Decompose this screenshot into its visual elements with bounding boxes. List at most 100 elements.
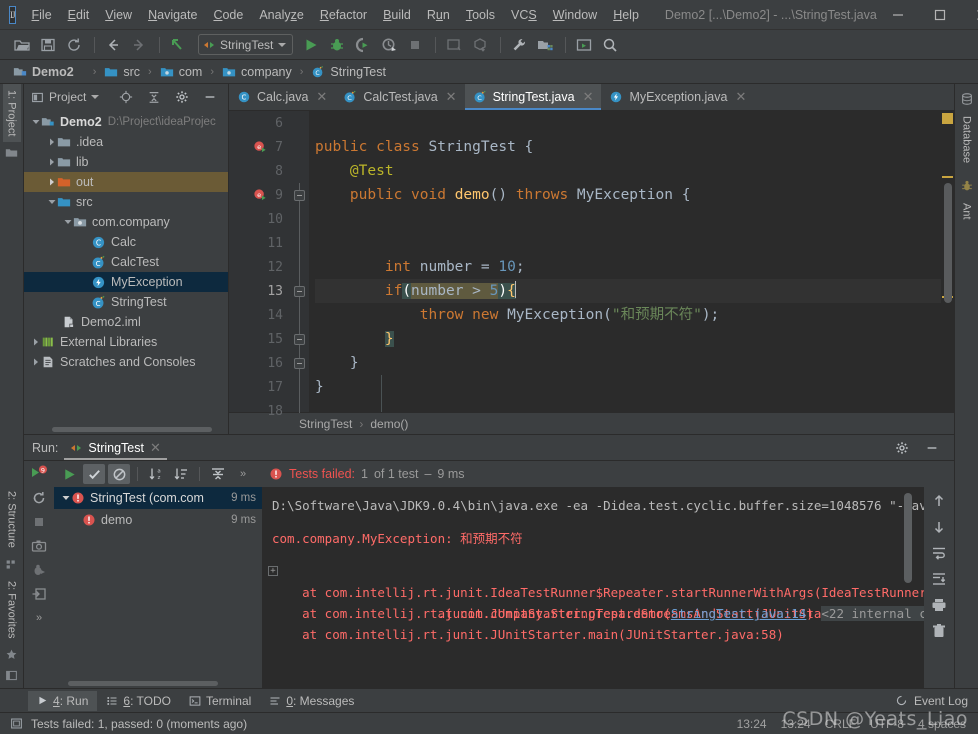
preview-icon[interactable] xyxy=(5,669,18,682)
menu-vcs[interactable]: VCS xyxy=(503,4,545,26)
fold-region-if[interactable] xyxy=(291,279,309,303)
breadcrumb-method[interactable]: demo() xyxy=(370,417,408,431)
forward-arrow-icon[interactable] xyxy=(127,33,151,57)
breadcrumb-item-stringtest[interactable]: C StringTest xyxy=(308,64,389,80)
rerun-failed-icon[interactable] xyxy=(28,488,50,508)
undo-icon[interactable] xyxy=(166,33,190,57)
sync-refresh-icon[interactable] xyxy=(62,33,86,57)
collapse-all-icon[interactable] xyxy=(142,85,166,109)
test-tree-row-stringtest[interactable]: StringTest (com.com 9 ms xyxy=(54,487,262,509)
project-tree-horizontal-scrollbar[interactable] xyxy=(24,425,228,434)
back-arrow-icon[interactable] xyxy=(101,33,125,57)
status-encoding[interactable]: UTF-8 xyxy=(870,717,904,731)
menu-edit[interactable]: Edit xyxy=(60,4,98,26)
close-icon[interactable]: ✕ xyxy=(735,89,746,105)
rerun-icon[interactable]: 9 xyxy=(28,464,50,484)
scroll-up-icon[interactable] xyxy=(931,493,947,509)
menu-run[interactable]: Run xyxy=(419,4,458,26)
hide-ignored-toggle[interactable] xyxy=(108,464,130,484)
database-icon[interactable] xyxy=(960,92,974,106)
menu-window[interactable]: Window xyxy=(545,4,605,26)
event-log-label[interactable]: Event Log xyxy=(914,694,968,708)
toolwindow-button-todo[interactable]: 6: TODO xyxy=(97,691,180,711)
hide-minus-icon[interactable] xyxy=(198,85,222,109)
close-icon[interactable]: ✕ xyxy=(316,89,327,105)
tree-item-calc[interactable]: C Calc xyxy=(24,232,228,252)
debug-icon[interactable] xyxy=(28,560,50,580)
expand-collapse-icon[interactable] xyxy=(207,464,229,484)
run-tab-stringtest[interactable]: StringTest ✕ xyxy=(64,437,167,459)
close-icon[interactable]: ✕ xyxy=(446,89,457,105)
expand-arrow-icon[interactable] xyxy=(62,218,73,226)
debug-icon[interactable] xyxy=(325,33,349,57)
sort-duration-icon[interactable] xyxy=(170,464,192,484)
profile-icon[interactable] xyxy=(377,33,401,57)
sort-alpha-icon[interactable]: az xyxy=(145,464,167,484)
project-folder-icon[interactable] xyxy=(5,146,18,159)
save-all-icon[interactable] xyxy=(36,33,60,57)
tree-item-calctest[interactable]: C CalcTest xyxy=(24,252,228,272)
tab-stringtest-java[interactable]: C StringTest.java ✕ xyxy=(465,84,602,110)
menu-file[interactable]: FFileile xyxy=(24,4,60,26)
code-editor[interactable]: 6 e 7 8 e xyxy=(229,111,954,412)
expand-arrow-icon[interactable] xyxy=(46,138,57,146)
run-configuration-selector[interactable]: StringTest xyxy=(198,34,293,55)
code-content[interactable]: public class StringTest { @Test public v… xyxy=(309,111,941,412)
run-test-gutter-icon[interactable]: e xyxy=(253,140,268,155)
menu-help[interactable]: Help xyxy=(605,4,647,26)
run-icon[interactable] xyxy=(299,33,323,57)
status-indent[interactable]: 4 spaces xyxy=(918,717,966,731)
tree-item-com-company[interactable]: com.company xyxy=(24,212,228,232)
expand-arrow-icon[interactable] xyxy=(60,494,71,502)
screenshot-icon[interactable] xyxy=(28,536,50,556)
ant-bug-icon[interactable] xyxy=(960,179,974,193)
settings-gear-icon[interactable] xyxy=(890,436,914,460)
tree-item-idea[interactable]: .idea xyxy=(24,132,228,152)
print-icon[interactable] xyxy=(931,597,947,613)
maximize-button[interactable] xyxy=(919,1,961,29)
toolwindow-button-run[interactable]: 4: Run xyxy=(28,691,97,711)
open-folder-icon[interactable] xyxy=(10,33,34,57)
expand-arrow-icon[interactable] xyxy=(46,178,57,186)
tab-myexception-java[interactable]: MyException.java ✕ xyxy=(601,84,754,110)
project-panel-title-dropdown[interactable]: Project xyxy=(28,88,102,106)
editor-gutter[interactable]: 6 e 7 8 e xyxy=(229,111,291,412)
toolwindow-button-terminal[interactable]: Terminal xyxy=(180,691,260,711)
stop-icon[interactable] xyxy=(403,33,427,57)
update-project-icon[interactable] xyxy=(442,33,466,57)
more-icon[interactable]: » xyxy=(28,608,50,628)
menu-view[interactable]: View xyxy=(97,4,140,26)
stop-icon[interactable] xyxy=(28,512,50,532)
close-icon[interactable]: ✕ xyxy=(150,440,161,456)
test-results-tree[interactable]: StringTest (com.com 9 ms demo 9 ms xyxy=(54,487,262,688)
editor-fold-column[interactable] xyxy=(291,111,309,412)
run-icon[interactable] xyxy=(58,464,80,484)
clear-all-icon[interactable] xyxy=(931,623,947,639)
tree-item-myexception[interactable]: MyException xyxy=(24,272,228,292)
console-scrollbar[interactable] xyxy=(904,493,912,658)
breadcrumb-item-com[interactable]: com xyxy=(157,64,206,80)
expand-stack-icon[interactable]: + xyxy=(268,566,278,576)
structure-icon[interactable] xyxy=(5,558,18,571)
scrollbar-thumb[interactable] xyxy=(944,183,952,303)
project-structure-icon[interactable] xyxy=(533,33,557,57)
tree-item-stringtest[interactable]: C StringTest xyxy=(24,292,228,312)
test-tree-row-demo[interactable]: demo 9 ms xyxy=(54,509,262,531)
fold-end-if[interactable] xyxy=(291,327,309,351)
fold-end-method[interactable] xyxy=(291,351,309,375)
search-everywhere-icon[interactable] xyxy=(598,33,622,57)
export-icon[interactable] xyxy=(28,584,50,604)
sidebar-tab-structure[interactable]: 2: Structure xyxy=(3,485,21,554)
tree-item-external-libraries[interactable]: External Libraries xyxy=(24,332,228,352)
expand-arrow-icon[interactable] xyxy=(46,198,57,206)
tree-item-src[interactable]: src xyxy=(24,192,228,212)
tab-calc-java[interactable]: C Calc.java ✕ xyxy=(229,84,335,110)
show-passed-toggle[interactable] xyxy=(83,464,105,484)
menu-analyze[interactable]: Analyze xyxy=(251,4,311,26)
run-test-gutter-icon[interactable]: e xyxy=(253,188,268,203)
expand-arrow-icon[interactable] xyxy=(46,158,57,166)
hide-minus-icon[interactable] xyxy=(920,436,944,460)
project-tree[interactable]: Demo2 D:\Project\ideaProjec .idea xyxy=(24,110,228,425)
new-ui-designer-icon[interactable] xyxy=(572,33,596,57)
sidebar-tab-favorites[interactable]: 2: Favorites xyxy=(3,575,21,644)
